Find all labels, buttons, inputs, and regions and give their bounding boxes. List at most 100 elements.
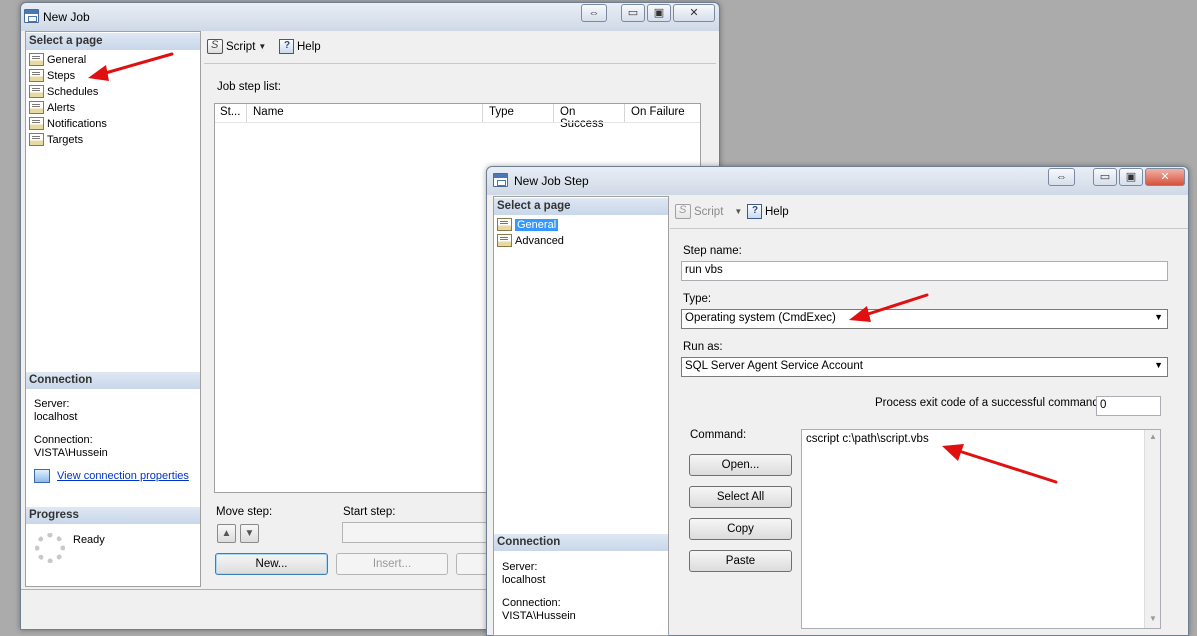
- page-schedules[interactable]: Schedules: [29, 84, 98, 99]
- job-step-list-label: Job step list:: [217, 81, 281, 93]
- maximize-button[interactable]: ▣: [647, 4, 671, 22]
- page-general[interactable]: General: [29, 52, 86, 67]
- server-value: localhost: [502, 574, 546, 586]
- toolbar-divider: [670, 228, 1188, 229]
- help-icon: [747, 204, 762, 219]
- select-page-header: Select a page: [26, 33, 200, 50]
- progress-header: Progress: [26, 507, 200, 524]
- column-status[interactable]: St...: [215, 104, 247, 122]
- connection-properties-icon: [34, 469, 50, 483]
- run-as-select[interactable]: SQL Server Agent Service Account ▼: [681, 357, 1168, 377]
- column-on-failure[interactable]: On Failure: [626, 104, 700, 122]
- open-button[interactable]: Open...: [689, 454, 792, 476]
- chevron-down-icon: ▼: [1154, 312, 1163, 322]
- minimize-button[interactable]: ▭: [621, 4, 645, 22]
- step-toolbar: Script ▼ Help: [675, 204, 1175, 224]
- help-icon: [279, 39, 294, 54]
- view-connection-properties-link[interactable]: View connection properties: [57, 470, 189, 482]
- connection-value: VISTA\Hussein: [34, 447, 108, 459]
- type-select[interactable]: Operating system (CmdExec) ▼: [681, 309, 1168, 329]
- server-label: Server:: [34, 398, 70, 410]
- command-label: Command:: [690, 429, 747, 441]
- page-icon: [29, 133, 44, 146]
- exit-code-field[interactable]: 0: [1096, 396, 1161, 416]
- help-button[interactable]: Help: [747, 204, 789, 219]
- page-icon: [29, 85, 44, 98]
- job-left-pane: Select a page General Steps Schedules Al…: [25, 31, 201, 587]
- toolbar-divider: [204, 63, 716, 64]
- type-label: Type:: [683, 293, 712, 305]
- help-button[interactable]: Help: [279, 39, 321, 54]
- connection-label: Connection:: [502, 597, 561, 609]
- start-step-select[interactable]: [342, 522, 502, 543]
- new-step-button[interactable]: New...: [215, 553, 328, 575]
- script-button[interactable]: Script ▼: [675, 204, 742, 219]
- chevron-down-icon: ▼: [1154, 360, 1163, 370]
- page-targets[interactable]: Targets: [29, 132, 83, 147]
- script-icon: [675, 204, 691, 219]
- scroll-down-icon[interactable]: ▼: [1149, 614, 1157, 623]
- connection-header: Connection: [494, 534, 668, 551]
- page-alerts[interactable]: Alerts: [29, 100, 75, 115]
- window-title: New Job Step: [514, 174, 589, 188]
- resize-icon[interactable]: ⇔: [1048, 168, 1075, 186]
- type-select-value: Operating system (CmdExec): [685, 312, 836, 324]
- step-left-pane: Select a page General Advanced Connectio…: [493, 196, 669, 636]
- column-name[interactable]: Name: [248, 104, 483, 122]
- dropdown-arrow-icon[interactable]: ▼: [258, 42, 266, 51]
- page-advanced[interactable]: Advanced: [497, 233, 564, 248]
- connection-label: Connection:: [34, 434, 93, 446]
- server-label: Server:: [502, 561, 538, 573]
- page-icon: [29, 53, 44, 66]
- select-all-button[interactable]: Select All: [689, 486, 792, 508]
- move-up-button[interactable]: ▲: [217, 524, 236, 543]
- window-title: New Job: [43, 10, 90, 24]
- job-toolbar: Script ▼ Help: [207, 39, 707, 59]
- page-steps[interactable]: Steps: [29, 68, 75, 83]
- close-button[interactable]: ✕: [673, 4, 715, 22]
- app-icon: [24, 9, 39, 23]
- column-type[interactable]: Type: [484, 104, 554, 122]
- column-on-success[interactable]: On Success: [555, 104, 625, 130]
- new-job-step-window: New Job Step ⇔ ▭ ▣ ✕ Select a page Gener…: [486, 166, 1189, 636]
- step-name-label: Step name:: [683, 245, 742, 257]
- scroll-up-icon[interactable]: ▲: [1149, 432, 1157, 441]
- page-icon: [497, 234, 512, 247]
- progress-status: Ready: [73, 534, 105, 546]
- resize-icon[interactable]: ⇔: [581, 4, 607, 22]
- connection-value: VISTA\Hussein: [502, 610, 576, 622]
- header-divider: [215, 122, 700, 123]
- close-button[interactable]: ✕: [1145, 168, 1185, 186]
- page-notifications[interactable]: Notifications: [29, 116, 107, 131]
- script-icon: [207, 39, 223, 54]
- page-icon: [29, 69, 44, 82]
- server-value: localhost: [34, 411, 78, 423]
- run-as-label: Run as:: [683, 341, 723, 353]
- exit-code-label: Process exit code of a successful comman…: [875, 397, 1102, 409]
- new-job-titlebar[interactable]: New Job ⇔ ▭ ▣ ✕: [21, 3, 719, 31]
- start-step-label: Start step:: [343, 506, 396, 518]
- step-name-field[interactable]: run vbs: [681, 261, 1168, 281]
- copy-button[interactable]: Copy: [689, 518, 792, 540]
- script-button[interactable]: Script ▼: [207, 39, 266, 54]
- app-icon: [493, 173, 508, 187]
- page-icon: [29, 117, 44, 130]
- page-icon: [497, 218, 512, 231]
- command-textarea[interactable]: cscript c:\path\script.vbs ▲ ▼: [801, 429, 1161, 629]
- page-icon: [29, 101, 44, 114]
- maximize-button[interactable]: ▣: [1119, 168, 1143, 186]
- command-text: cscript c:\path\script.vbs: [806, 433, 929, 445]
- progress-spinner-icon: [35, 533, 65, 563]
- insert-step-button[interactable]: Insert...: [336, 553, 448, 575]
- new-job-step-titlebar[interactable]: New Job Step ⇔ ▭ ▣ ✕: [487, 167, 1188, 195]
- minimize-button[interactable]: ▭: [1093, 168, 1117, 186]
- move-step-label: Move step:: [216, 506, 273, 518]
- paste-button[interactable]: Paste: [689, 550, 792, 572]
- page-general[interactable]: General: [497, 217, 559, 232]
- run-as-select-value: SQL Server Agent Service Account: [685, 360, 863, 372]
- command-scrollbar[interactable]: ▲ ▼: [1144, 430, 1160, 628]
- move-down-button[interactable]: ▼: [240, 524, 259, 543]
- dropdown-arrow-icon[interactable]: ▼: [734, 207, 742, 216]
- connection-header: Connection: [26, 372, 200, 389]
- select-page-header: Select a page: [494, 198, 668, 215]
